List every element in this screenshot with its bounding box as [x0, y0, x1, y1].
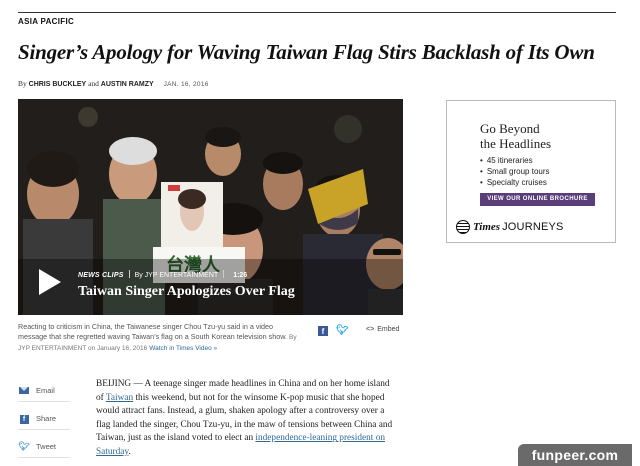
twitter-share-icon[interactable]: 🐦︎	[336, 326, 349, 336]
byline-and: and	[88, 79, 99, 88]
share-email-label: Email	[36, 386, 55, 395]
video-thumbnail-crowd: 台灣人	[18, 99, 403, 315]
video-meta: NEWS CLIPS By JYP ENTERTAINMENT 1:26	[78, 270, 247, 279]
ad-headline: Go Beyond the Headlines	[480, 121, 551, 151]
share-twitter-label: Tweet	[36, 442, 57, 451]
logo-journeys: JOURNEYS	[502, 221, 564, 233]
video-caption: Reacting to criticism in China, the Taiw…	[18, 322, 298, 354]
author-link-2[interactable]: AUSTIN RAMZY	[101, 81, 154, 88]
twitter-icon: 🐦︎	[18, 441, 30, 451]
play-icon[interactable]	[39, 269, 61, 295]
top-rule	[18, 12, 616, 13]
logo-times: Times	[473, 221, 501, 233]
watermark: funpeer.com	[518, 444, 632, 466]
advertisement-times-journeys[interactable]: Go Beyond the Headlines 45 itineraries S…	[446, 100, 616, 243]
ad-bullet-list: 45 itineraries Small group tours Special…	[480, 155, 550, 188]
view-brochure-button[interactable]: VIEW OUR ONLINE BROCHURE	[480, 193, 595, 206]
watch-in-times-video-link[interactable]: Watch in Times Video »	[149, 345, 217, 352]
embed-label: Embed	[377, 326, 400, 333]
embed-code-icon: <>	[366, 326, 375, 333]
video-title[interactable]: Taiwan Singer Apologizes Over Flag	[78, 284, 295, 300]
share-email-button[interactable]: Email	[18, 380, 70, 402]
globe-icon	[456, 220, 470, 234]
video-player[interactable]: 台灣人 NEWS CLIPS By JYP ENTERTAINMENT 1:26 T…	[18, 99, 403, 315]
byline: By CHRIS BUCKLEY and AUSTIN RAMZY JAN. 1…	[18, 79, 209, 88]
publish-date: JAN. 16, 2016	[163, 81, 209, 88]
facebook-icon: f	[19, 415, 29, 424]
share-facebook-button[interactable]: f Share	[18, 408, 70, 430]
ad-headline-line-1: Go Beyond	[480, 121, 540, 136]
byline-prefix: By	[18, 79, 27, 88]
times-journeys-logo: Times JOURNEYS	[456, 220, 564, 234]
video-kicker: NEWS CLIPS	[78, 272, 124, 279]
embed-button[interactable]: <> Embed	[366, 326, 399, 333]
email-icon	[19, 386, 29, 394]
ad-bullet: 45 itineraries	[480, 155, 550, 166]
share-facebook-label: Share	[36, 414, 57, 423]
video-source: By JYP ENTERTAINMENT	[134, 272, 219, 279]
taiwan-link[interactable]: Taiwan	[106, 393, 133, 403]
body-text-3: .	[128, 446, 131, 457]
facebook-share-icon[interactable]: f	[318, 326, 328, 336]
section-label[interactable]: ASIA PACIFIC	[18, 17, 74, 26]
share-twitter-button[interactable]: 🐦︎ Tweet	[18, 436, 70, 458]
caption-text: Reacting to criticism in China, the Taiw…	[18, 322, 288, 341]
article-body-paragraph: BEIJING — A teenage singer made headline…	[96, 378, 396, 460]
ad-headline-line-2: the Headlines	[480, 136, 552, 151]
ad-bullet: Small group tours	[480, 166, 550, 177]
article-headline: Singer’s Apology for Waving Taiwan Flag …	[18, 40, 595, 64]
video-duration: 1:26	[233, 272, 248, 279]
ad-bullet: Specialty cruises	[480, 177, 550, 188]
author-link-1[interactable]: CHRIS BUCKLEY	[29, 81, 87, 88]
